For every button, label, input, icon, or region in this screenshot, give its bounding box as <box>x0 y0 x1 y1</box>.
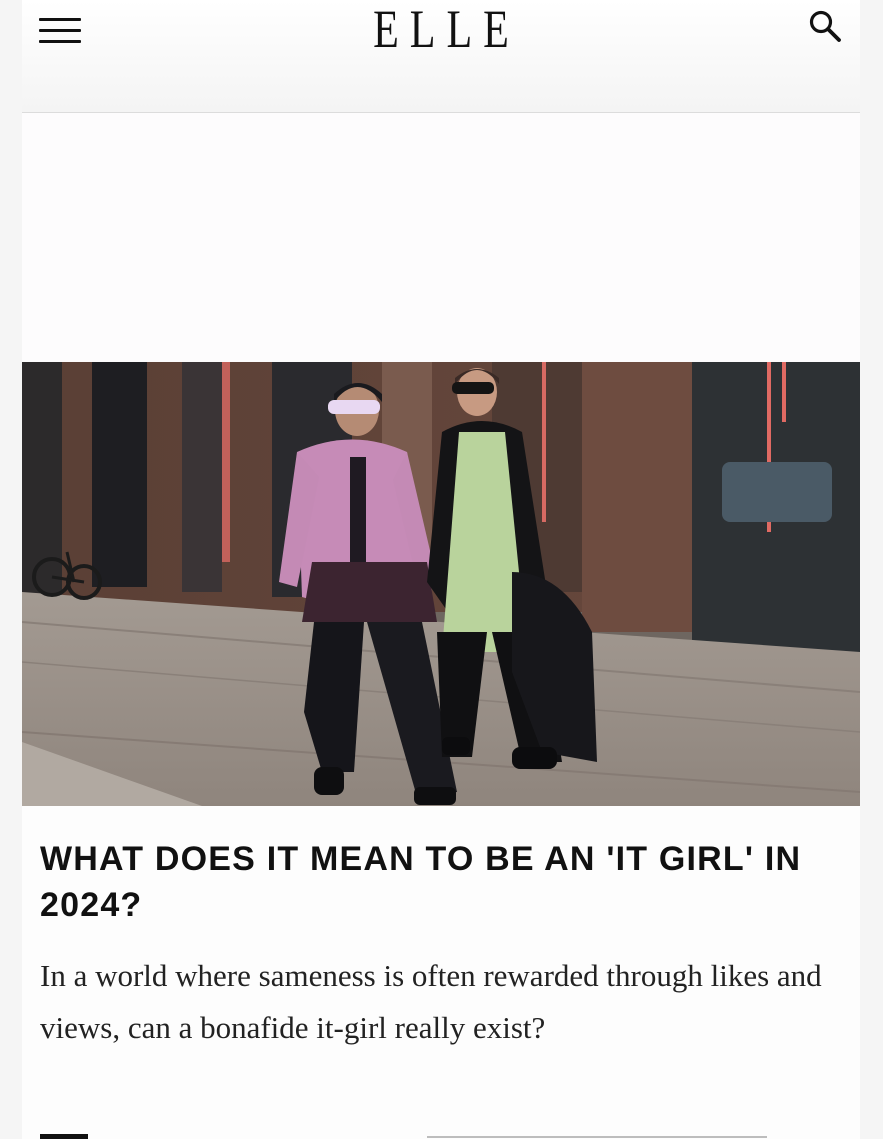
article-page: ELLE WHAT DOES IT MEAN TO BE AN 'IT GIRL… <box>22 0 860 1139</box>
article-dek: In a world where sameness is often rewar… <box>40 958 822 1045</box>
hero-image[interactable] <box>22 362 860 806</box>
ad-placeholder <box>22 113 860 362</box>
divider-line <box>427 1136 767 1138</box>
article-headline[interactable]: WHAT DOES IT MEAN TO BE AN 'IT GIRL' IN … <box>40 836 830 928</box>
site-header: ELLE <box>22 0 860 113</box>
divider-accent <box>40 1134 88 1139</box>
elle-logo[interactable]: ELLE <box>114 0 768 58</box>
hamburger-menu-icon[interactable] <box>39 12 81 46</box>
search-icon[interactable] <box>806 8 846 44</box>
